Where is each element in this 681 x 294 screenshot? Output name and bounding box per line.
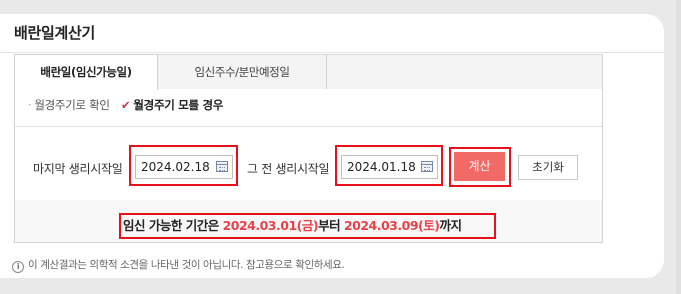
option-cycle-unknown-label: 월경주기 모를 경우 [133, 98, 224, 112]
prev-period-label: 그 전 생리시작일 [247, 162, 330, 176]
mode-options: · 월경주기로 확인 ✔ 월경주기 모를 경우 [28, 97, 231, 113]
date-input-row: 마지막 생리시작일 2024.02.18 그 전 생리시작일 2024.01.1… [15, 126, 602, 201]
prev-period-date-value: 2024.01.18 [347, 160, 416, 174]
result-prefix: 임신 가능한 기간은 [123, 218, 223, 233]
result-area: 임신 가능한 기간은 2024.03.01(금)부터 2024.03.09(토)… [15, 200, 602, 242]
info-icon: i [12, 261, 24, 273]
tab-pregnancy-weeks[interactable]: 임신주수/분만예정일 [158, 54, 327, 89]
title-divider [0, 52, 664, 53]
check-icon: ✔ [121, 98, 131, 112]
result-suffix: 까지 [439, 218, 462, 233]
calculate-button[interactable]: 계산 [454, 152, 505, 181]
tab-bar: 배란일(임신가능일) 임신주수/분만예정일 [15, 54, 602, 90]
tab-ovulation[interactable]: 배란일(임신가능일) [15, 54, 158, 90]
page-title: 배란일계산기 [14, 24, 96, 42]
option-cycle-unknown[interactable]: ✔ 월경주기 모를 경우 [121, 97, 223, 113]
option-cycle-known[interactable]: · 월경주기로 확인 [28, 97, 110, 113]
prev-period-date-input[interactable]: 2024.01.18 [341, 155, 438, 179]
result-text: 임신 가능한 기간은 2024.03.01(금)부터 2024.03.09(토)… [119, 213, 496, 239]
calculator-panel: 배란일(임신가능일) 임신주수/분만예정일 · 월경주기로 확인 ✔ 월경주기 모를… [14, 54, 603, 243]
last-period-label: 마지막 생리시작일 [33, 162, 123, 176]
result-middle: 부터 [318, 218, 344, 233]
reset-button[interactable]: 초기화 [518, 155, 578, 180]
calendar-icon[interactable] [216, 161, 228, 172]
tab-bar-filler [327, 54, 602, 89]
result-start-date: 2024.03.01(금) [222, 218, 319, 233]
ovulation-calculator-card: 배란일계산기 배란일(임신가능일) 임신주수/분만예정일 · 월경주기로 확인 ✔… [0, 14, 664, 278]
calculate-button-highlight: 계산 [449, 147, 511, 187]
bullet-icon: · [28, 98, 32, 112]
last-period-date-value: 2024.02.18 [141, 160, 210, 174]
calendar-icon[interactable] [421, 161, 433, 172]
last-period-date-input[interactable]: 2024.02.18 [135, 155, 233, 179]
disclaimer-note: i 이 계산결과는 의학적 소견을 나타낸 것이 아닙니다. 참고용으로 확인하세… [12, 257, 345, 273]
disclaimer-text: 이 계산결과는 의학적 소견을 나타낸 것이 아닙니다. 참고용으로 확인하세요… [28, 259, 345, 271]
scrollbar[interactable] [676, 0, 681, 294]
option-cycle-known-label: 월경주기로 확인 [34, 98, 110, 112]
result-end-date: 2024.03.09(토) [343, 218, 440, 233]
